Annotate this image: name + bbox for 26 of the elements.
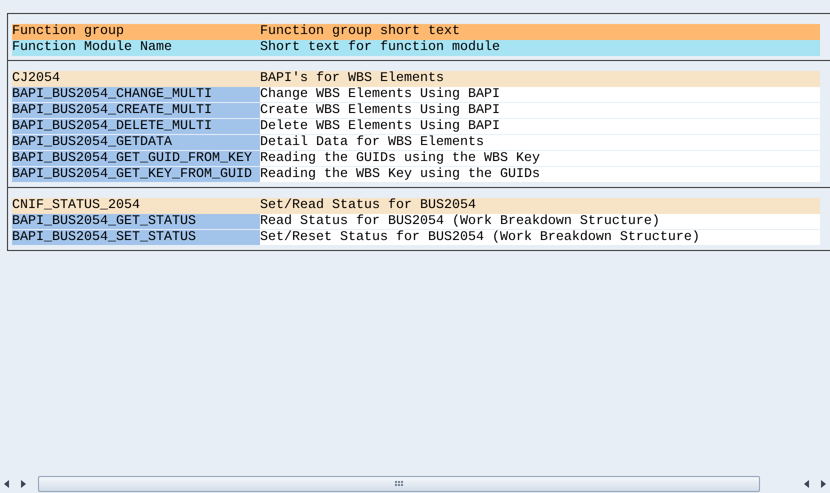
function-module-name[interactable]: BAPI_BUS2054_GET_STATUS — [12, 214, 260, 230]
function-module-name[interactable]: BAPI_BUS2054_CREATE_MULTI — [12, 103, 260, 119]
column-heading: Function Module Name — [12, 40, 173, 56]
column-heading: Short text for function module — [260, 40, 501, 56]
function-module-name[interactable]: BAPI_BUS2054_GET_KEY_FROM_GUID — [12, 167, 260, 183]
function-module-name[interactable]: BAPI_BUS2054_GETDATA — [12, 135, 260, 151]
function-module-text: Create WBS Elements Using BAPI — [260, 103, 820, 119]
function-module-text: Delete WBS Elements Using BAPI — [260, 119, 820, 135]
function-group-name: CJ2054 — [12, 71, 61, 87]
function-module-text: Read Status for BUS2054 (Work Breakdown Structure) — [260, 214, 820, 230]
function-module-name[interactable]: BAPI_BUS2054_SET_STATUS — [12, 230, 260, 246]
scrollbar-thumb[interactable] — [38, 476, 760, 492]
function-group-text: BAPI's for WBS Elements — [260, 71, 445, 87]
function-module-name[interactable]: BAPI_BUS2054_GET_GUID_FROM_KEY — [12, 151, 260, 167]
function-group-name: CNIF_STATUS_2054 — [12, 198, 141, 214]
function-module-text: Reading the WBS Key using the GUIDs — [260, 167, 820, 183]
function-module-text: Detail Data for WBS Elements — [260, 135, 820, 151]
function-module-text: Reading the GUIDs using the WBS Key — [260, 151, 820, 167]
function-group-text: Set/Read Status for BUS2054 — [260, 198, 477, 214]
grip-icon — [394, 481, 404, 487]
column-heading: Function group — [12, 24, 125, 40]
function-module-text: Set/Reset Status for BUS2054 (Work Breakdown Structure) — [260, 230, 820, 246]
function-module-name[interactable]: BAPI_BUS2054_CHANGE_MULTI — [12, 87, 260, 103]
function-module-text: Change WBS Elements Using BAPI — [260, 87, 820, 103]
function-module-name[interactable]: BAPI_BUS2054_DELETE_MULTI — [12, 119, 260, 135]
column-heading: Function group short text — [260, 24, 461, 40]
